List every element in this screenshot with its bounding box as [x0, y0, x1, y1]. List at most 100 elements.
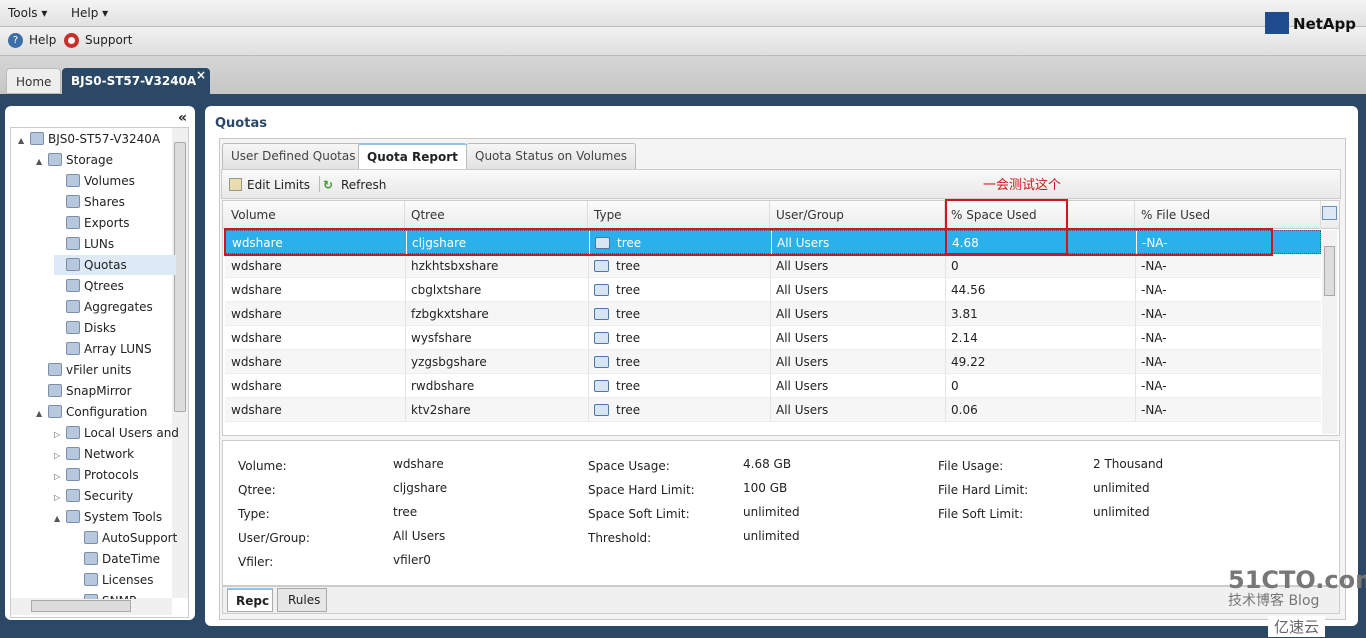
tab-quota-status[interactable]: Quota Status on Volumes: [466, 143, 636, 169]
tree-item-autosupport[interactable]: AutoSupport: [72, 528, 177, 548]
table-row[interactable]: wdshare rwdbshare tree All Users 0 -NA-: [225, 374, 1321, 398]
tree-item-security[interactable]: ▷ Security: [54, 486, 133, 506]
tree-item-datetime[interactable]: DateTime: [72, 549, 160, 569]
cell-qtree: ktv2share: [411, 403, 471, 417]
table-row[interactable]: wdshare cbglxtshare tree All Users 44.56 -NA-: [225, 278, 1321, 302]
collapse-panel-icon[interactable]: «: [178, 110, 187, 126]
cell--file-used: -NA-: [1141, 307, 1167, 321]
tree-item-storage[interactable]: ▲ Storage: [36, 150, 113, 170]
snapmirror-icon: [48, 384, 62, 397]
help-button[interactable]: Help: [29, 33, 56, 47]
expander-icon[interactable]: ▲: [18, 131, 30, 151]
tree-item-aggregates[interactable]: Aggregates: [54, 297, 153, 317]
cell-type: tree: [616, 307, 641, 321]
menu-tools[interactable]: Tools ▾: [8, 6, 47, 20]
tree-item-snmp[interactable]: SNMP: [72, 591, 136, 599]
detail-value: unlimited: [1093, 505, 1150, 519]
column-header-5[interactable]: % File Used: [1135, 201, 1321, 229]
detail-value: unlimited: [743, 529, 800, 543]
tree-item-qtrees[interactable]: Qtrees: [54, 276, 124, 296]
table-row[interactable]: wdshare wysfshare tree All Users 2.14 -NA-: [225, 326, 1321, 350]
qtree-icon: [594, 284, 609, 296]
column-divider: [1135, 398, 1136, 422]
menu-bar: Tools ▾ Help ▾: [0, 0, 1366, 27]
menu-help[interactable]: Help ▾: [71, 6, 108, 20]
tree-item-luns[interactable]: LUNs: [54, 234, 114, 254]
tree-item-label: SnapMirror: [66, 384, 132, 398]
cell-qtree: fzbgkxtshare: [411, 307, 489, 321]
column-header-0[interactable]: Volume: [225, 201, 405, 229]
expander-icon[interactable]: ▷: [54, 446, 66, 466]
toolbar: ? Help Support: [0, 27, 1366, 56]
tree-item-vfiler-units[interactable]: vFiler units: [36, 360, 131, 380]
expander-icon[interactable]: ▲: [36, 152, 48, 172]
column-header-2[interactable]: Type: [588, 201, 770, 229]
column-header-1[interactable]: Qtree: [405, 201, 588, 229]
expander-icon[interactable]: ▷: [54, 488, 66, 508]
tree-item-protocols[interactable]: ▷ Protocols: [54, 465, 139, 485]
tree-item-label: System Tools: [84, 510, 163, 524]
tree-item-label: Security: [84, 489, 134, 503]
cell-volume: wdshare: [231, 331, 282, 345]
column-divider: [405, 254, 406, 278]
edit-limits-button[interactable]: Edit Limits: [247, 178, 310, 192]
quota-icon: [66, 258, 80, 271]
cell-type: tree: [616, 379, 641, 393]
table-row[interactable]: wdshare hzkhtsbxshare tree All Users 0 -NA-: [225, 254, 1321, 278]
tab-rules[interactable]: Rules: [277, 588, 327, 612]
tree-item-label: Configuration: [66, 405, 148, 419]
column-divider: [1135, 302, 1136, 326]
tree-item-configuration[interactable]: ▲ Configuration: [36, 402, 147, 422]
table-row[interactable]: wdshare fzbgkxtshare tree All Users 3.81 -NA-: [225, 302, 1321, 326]
cell-type: tree: [616, 283, 641, 297]
tree-item-disks[interactable]: Disks: [54, 318, 116, 338]
tree-item-label: AutoSupport: [102, 531, 178, 545]
tab-quota-report[interactable]: Quota Report: [358, 143, 467, 169]
tab-report[interactable]: Repc: [227, 588, 273, 612]
refresh-button[interactable]: Refresh: [341, 178, 386, 192]
expander-icon[interactable]: ▲: [36, 404, 48, 424]
tree-item-array-luns[interactable]: Array LUNS: [54, 339, 152, 359]
edit-icon: [229, 178, 242, 191]
cell-qtree: hzkhtsbxshare: [411, 259, 499, 273]
grid-vscrollbar[interactable]: [1322, 230, 1337, 434]
tree-item-shares[interactable]: Shares: [54, 192, 125, 212]
qtree-icon: [594, 380, 609, 392]
column-divider: [405, 398, 406, 422]
expander-icon[interactable]: ▷: [54, 467, 66, 487]
expander-icon[interactable]: ▲: [54, 509, 66, 529]
table-row[interactable]: wdshare ktv2share tree All Users 0.06 -NA-: [225, 398, 1321, 422]
column-divider: [1135, 350, 1136, 374]
expander-icon[interactable]: ▷: [54, 425, 66, 445]
tab-user-defined-quotas[interactable]: User Defined Quotas: [222, 143, 365, 169]
tree-item-system-tools[interactable]: ▲ System Tools: [54, 507, 162, 527]
tree-item-local-users-and[interactable]: ▷ Local Users and: [54, 423, 179, 443]
cell-user-group: All Users: [776, 331, 829, 345]
support-button[interactable]: Support: [85, 33, 132, 47]
close-tab-icon[interactable]: ×: [196, 68, 206, 82]
tree-item-quotas[interactable]: Quotas: [54, 255, 176, 275]
cell-type: tree: [616, 259, 641, 273]
tree-item-volumes[interactable]: Volumes: [54, 171, 135, 191]
cell-type: tree: [616, 355, 641, 369]
tab-home[interactable]: Home: [6, 68, 62, 94]
tree-hscrollbar[interactable]: [11, 598, 172, 615]
column-header-3[interactable]: User/Group: [770, 201, 945, 229]
table-row[interactable]: wdshare yzgsbgshare tree All Users 49.22 -NA-: [225, 350, 1321, 374]
qtree-icon: [66, 279, 80, 292]
cell-qtree: rwdbshare: [411, 379, 475, 393]
tree-item-snapmirror[interactable]: SnapMirror: [36, 381, 132, 401]
cell-type: tree: [616, 331, 641, 345]
tree-item-exports[interactable]: Exports: [54, 213, 130, 233]
tree-item-label: BJS0-ST57-V3240A: [48, 132, 161, 146]
column-divider: [405, 302, 406, 326]
volume-icon: [66, 174, 80, 187]
tree-item-licenses[interactable]: Licenses: [72, 570, 154, 590]
column-chooser-icon[interactable]: [1322, 206, 1337, 220]
column-divider: [405, 350, 406, 374]
cell--space-used: 0: [951, 259, 959, 273]
tree-item-network[interactable]: ▷ Network: [54, 444, 134, 464]
tree-item-bjs0-st57-v3240a[interactable]: ▲ BJS0-ST57-V3240A: [18, 129, 160, 149]
tab-device[interactable]: BJS0-ST57-V3240A ×: [62, 68, 210, 94]
column-divider: [405, 278, 406, 302]
